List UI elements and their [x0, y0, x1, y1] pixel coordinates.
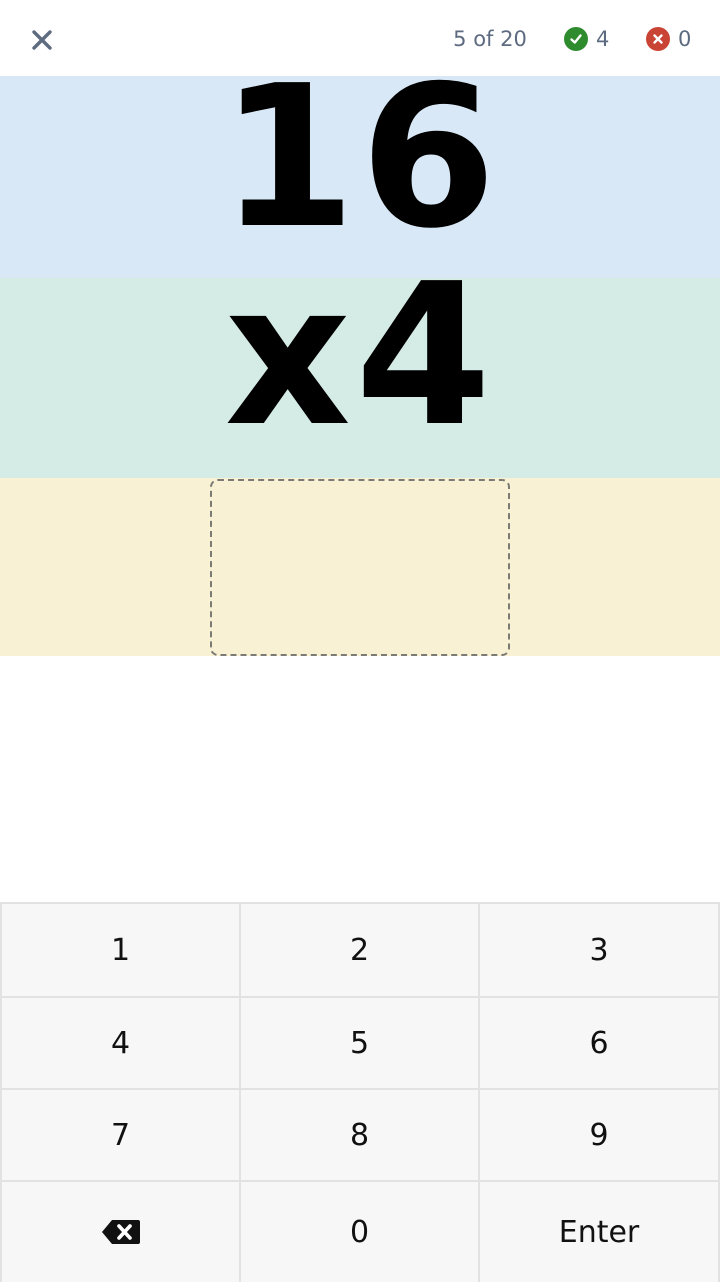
close-button[interactable] — [22, 20, 62, 60]
enter-button[interactable]: Enter — [480, 1182, 720, 1282]
key-6[interactable]: 6 — [480, 998, 720, 1090]
key-9[interactable]: 9 — [480, 1090, 720, 1182]
x-circle-icon — [646, 27, 670, 51]
key-1[interactable]: 1 — [0, 904, 241, 998]
wrong-count: 0 — [678, 27, 692, 51]
key-3[interactable]: 3 — [480, 904, 720, 998]
key-0[interactable]: 0 — [241, 1182, 480, 1282]
backspace-button[interactable] — [0, 1182, 241, 1282]
key-4[interactable]: 4 — [0, 998, 241, 1090]
key-8[interactable]: 8 — [241, 1090, 480, 1182]
operation-number: x4 — [224, 242, 496, 470]
correct-count: 4 — [596, 27, 610, 51]
correct-count-stat: 4 — [564, 22, 609, 56]
answer-input[interactable] — [210, 479, 510, 656]
backspace-icon — [101, 1220, 140, 1244]
operand-number: 16 — [219, 44, 501, 272]
close-icon — [32, 30, 52, 50]
key-2[interactable]: 2 — [241, 904, 480, 998]
check-circle-icon — [564, 27, 588, 51]
wrong-count-stat: 0 — [646, 22, 691, 56]
number-keypad: 1 2 3 4 5 6 7 8 9 0 Enter — [0, 902, 720, 1282]
key-5[interactable]: 5 — [241, 998, 480, 1090]
key-7[interactable]: 7 — [0, 1090, 241, 1182]
